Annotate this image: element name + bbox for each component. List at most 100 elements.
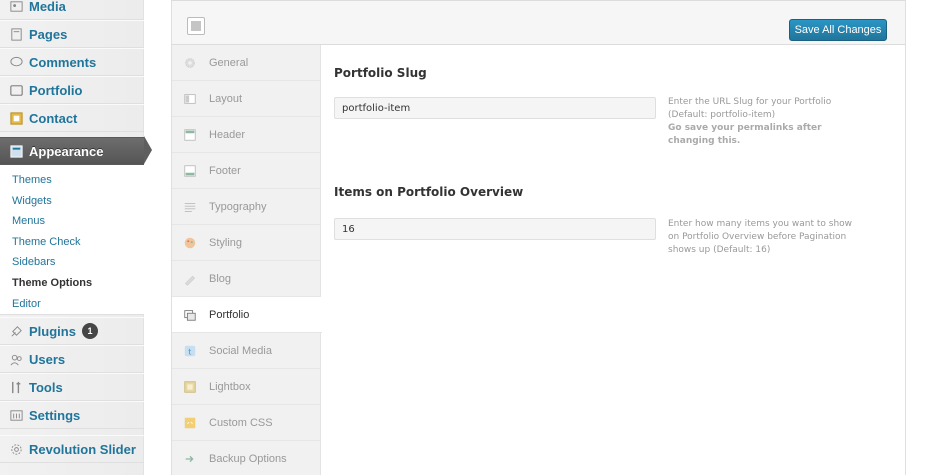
menu-item-users[interactable]: Users (0, 345, 144, 373)
portfolio-icon (8, 82, 24, 98)
menu-label: Media (29, 0, 66, 14)
submenu-menus[interactable]: Menus (0, 211, 144, 232)
tab-typography[interactable]: Typography (172, 189, 321, 225)
menu-label: Pages (29, 26, 68, 42)
tab-label: Blog (209, 272, 232, 285)
css-icon (182, 415, 198, 431)
appearance-icon (8, 143, 24, 159)
blog-icon (182, 271, 198, 287)
submenu-widgets[interactable]: Widgets (0, 191, 144, 212)
tab-layout[interactable]: Layout (172, 81, 321, 117)
options-content: Portfolio Slug Enter the URL Slug for yo… (322, 45, 905, 475)
menu-item-settings[interactable]: Settings (0, 401, 144, 429)
tab-label: Footer (209, 164, 241, 177)
menu-item-portfolio[interactable]: Portfolio (0, 76, 144, 104)
portfolio-slug-description: Enter the URL Slug for your Portfolio (D… (668, 96, 898, 148)
options-tabs: General Layout Header Footer Typography … (172, 45, 322, 475)
update-count-badge: 1 (81, 323, 98, 339)
appearance-submenu: Themes Widgets Menus Theme Check Sidebar… (0, 165, 144, 315)
media-icon (8, 0, 24, 14)
users-icon (8, 351, 24, 367)
menu-item-appearance[interactable]: Appearance (0, 137, 144, 165)
plugins-icon (8, 323, 24, 339)
save-all-changes-button[interactable]: Save All Changes (789, 19, 887, 41)
menu-item-plugins[interactable]: Plugins 1 (0, 317, 144, 345)
tab-social-media[interactable]: t Social Media (172, 333, 321, 369)
submenu-theme-check[interactable]: Theme Check (0, 232, 144, 253)
desc-line: (Default: portfolio-item) (668, 110, 776, 120)
tab-custom-css[interactable]: Custom CSS (172, 405, 321, 441)
tab-label: Layout (209, 92, 243, 105)
desc-line: Go save your permalinks after (668, 123, 822, 133)
tab-label: Portfolio (209, 308, 250, 321)
tab-label: Typography (209, 200, 267, 213)
tab-portfolio[interactable]: Portfolio (172, 297, 322, 333)
revolution-slider-icon (8, 441, 24, 457)
current-menu-arrow (144, 136, 152, 164)
menu-label: Portfolio (29, 82, 83, 98)
tab-blog[interactable]: Blog (172, 261, 321, 297)
tab-styling[interactable]: Styling (172, 225, 321, 261)
portfolio-slug-title: Portfolio Slug (334, 66, 427, 80)
layout-icon (182, 91, 198, 107)
gear-icon (182, 55, 198, 71)
header-icon (182, 127, 198, 143)
contact-icon (8, 110, 24, 126)
settings-icon (8, 407, 24, 423)
tab-label: Styling (209, 236, 243, 249)
submenu-editor[interactable]: Editor (0, 294, 144, 315)
tab-footer[interactable]: Footer (172, 153, 321, 189)
desc-line: on Portfolio Overview before Pagination (668, 232, 847, 242)
submenu-themes[interactable]: Themes (0, 170, 144, 191)
items-overview-description: Enter how many items you want to show on… (668, 218, 898, 257)
tab-header[interactable]: Header (172, 117, 321, 153)
tab-label: General (209, 56, 249, 69)
menu-item-tools[interactable]: Tools (0, 373, 144, 401)
submenu-sidebars[interactable]: Sidebars (0, 252, 144, 273)
tab-backup-options[interactable]: Backup Options (172, 441, 321, 475)
styling-icon (182, 235, 198, 251)
tools-icon (8, 379, 24, 395)
desc-line: Enter the URL Slug for your Portfolio (668, 97, 832, 107)
tab-label: Header (209, 128, 246, 141)
footer-icon (182, 163, 198, 179)
menu-item-pages[interactable]: Pages (0, 20, 144, 48)
menu-item-media[interactable]: Media (0, 0, 144, 20)
pages-icon (8, 26, 24, 42)
menu-label: Users (29, 351, 66, 367)
menu-label: Appearance (29, 143, 104, 159)
menu-label: Comments (29, 54, 97, 70)
desc-line: Enter how many items you want to show (668, 219, 853, 229)
desc-line: shows up (Default: 16) (668, 245, 771, 255)
items-overview-input[interactable] (334, 218, 656, 240)
tab-label: Backup Options (209, 452, 287, 465)
menu-item-contact[interactable]: Contact (0, 104, 144, 132)
comments-icon (8, 54, 24, 70)
portfolio-slug-input[interactable] (334, 97, 656, 119)
social-media-icon: t (182, 343, 198, 359)
desc-line: changing this. (668, 136, 741, 146)
tab-label: Lightbox (209, 380, 251, 393)
tab-label: Custom CSS (209, 416, 273, 429)
tab-label: Social Media (209, 344, 272, 357)
items-overview-title: Items on Portfolio Overview (334, 185, 524, 199)
menu-item-revolution-slider[interactable]: Revolution Slider (0, 435, 144, 463)
backup-icon (182, 451, 198, 467)
admin-sidebar: Media Pages Comments Portfolio Contact A… (0, 0, 144, 475)
portfolio-tab-icon (182, 307, 198, 323)
menu-label: Revolution Slider (29, 441, 136, 457)
svg-text:t: t (188, 347, 191, 356)
tab-general[interactable]: General (172, 45, 321, 81)
menu-label: Contact (29, 110, 78, 126)
typography-icon (182, 199, 198, 215)
menu-label: Plugins (29, 323, 76, 339)
theme-options-panel: Save All Changes General Layout Header F… (171, 0, 906, 475)
lightbox-icon (182, 379, 198, 395)
menu-item-comments[interactable]: Comments (0, 48, 144, 76)
theme-logo-icon (187, 17, 205, 35)
submenu-theme-options[interactable]: Theme Options (0, 273, 144, 294)
tab-lightbox[interactable]: Lightbox (172, 369, 321, 405)
options-toolbar: Save All Changes (172, 0, 905, 45)
menu-label: Settings (29, 407, 81, 423)
menu-label: Tools (29, 379, 63, 395)
